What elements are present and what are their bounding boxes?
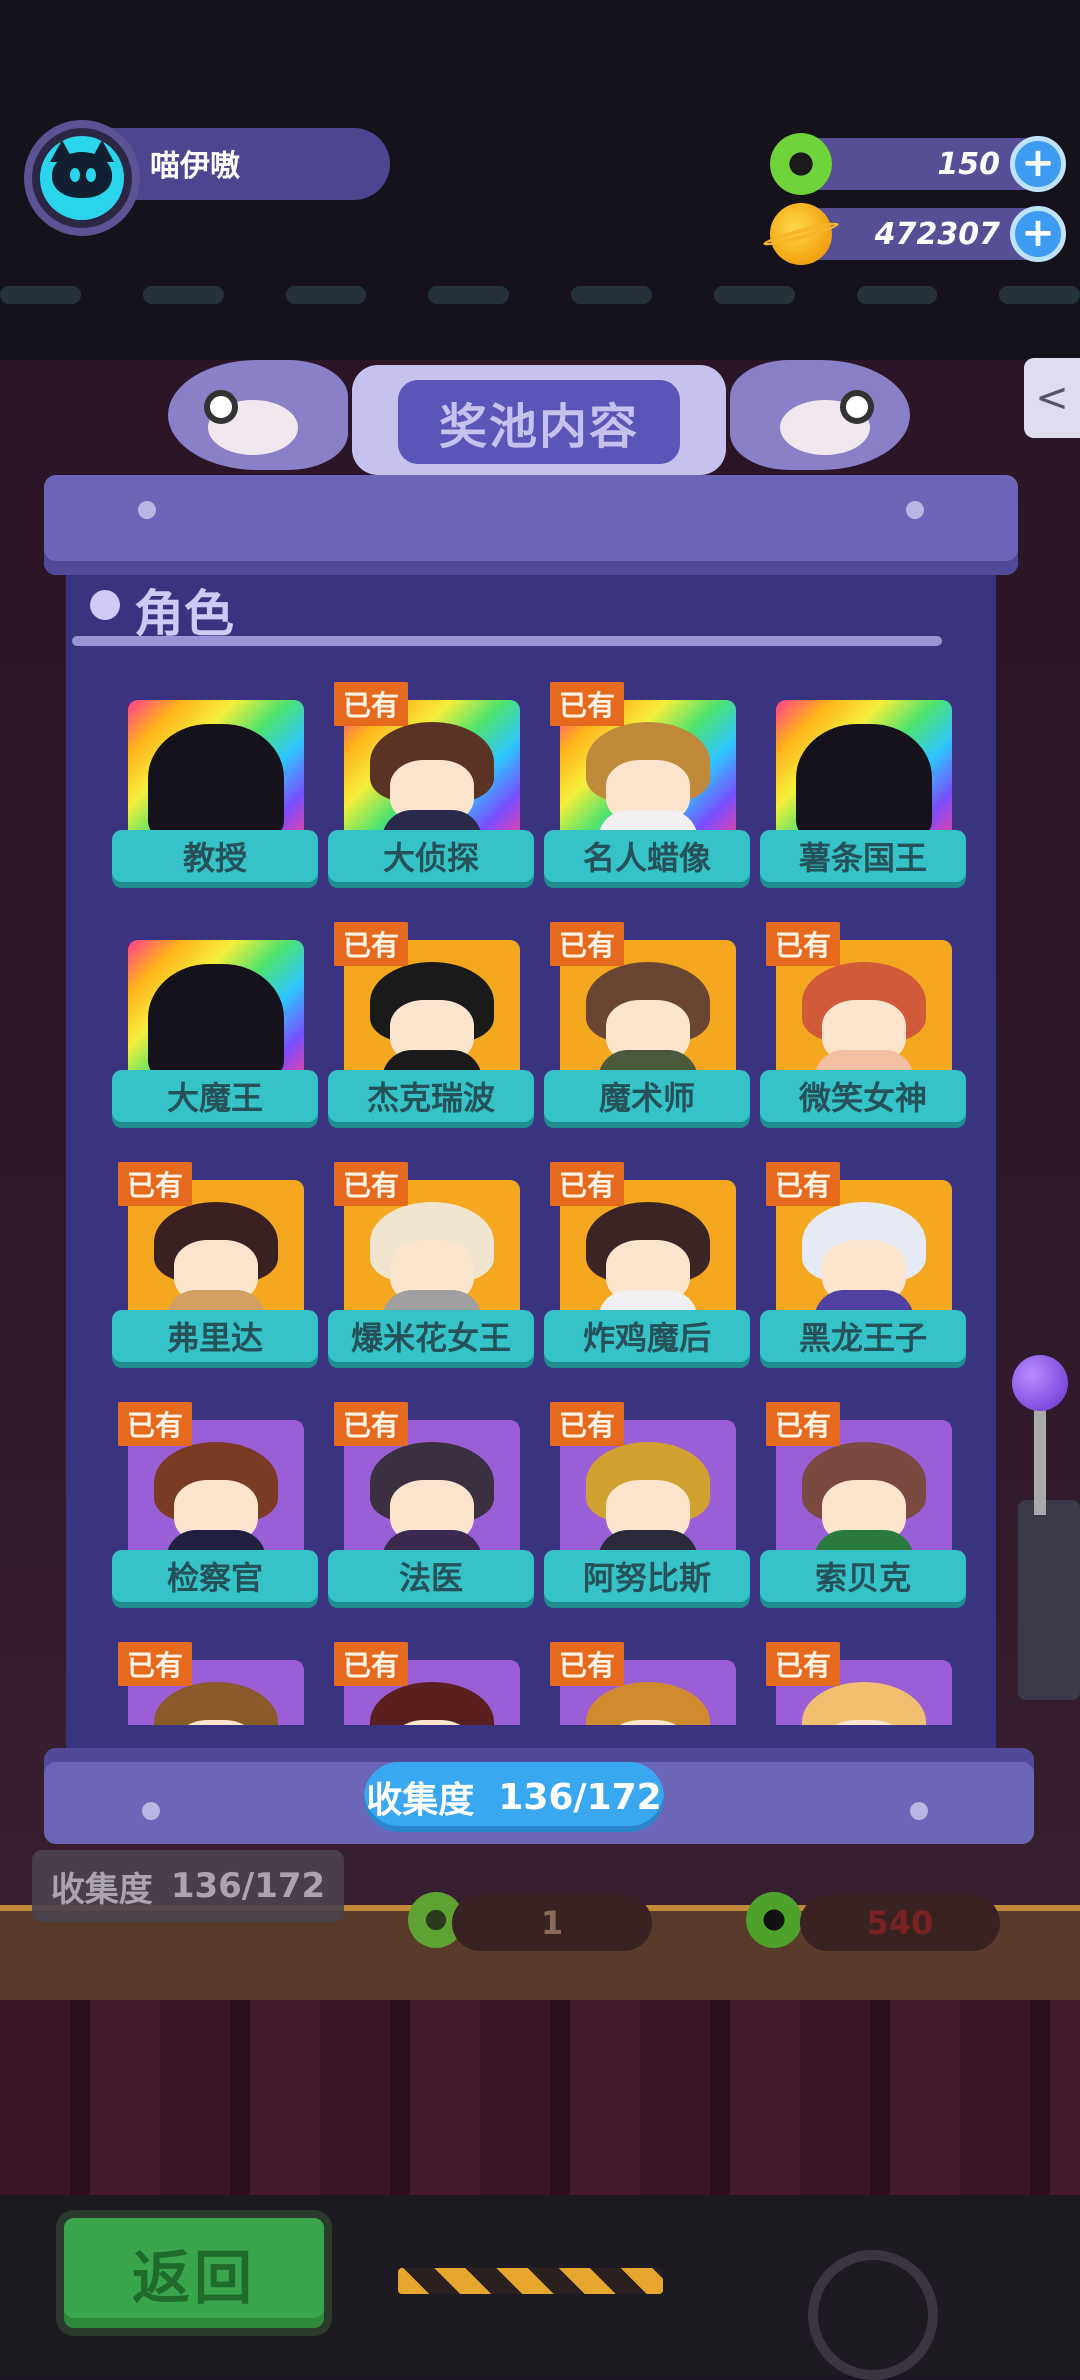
character-name: 阿努比斯 [544, 1550, 750, 1602]
progress-value: 136/172 [498, 1776, 662, 1818]
character-card[interactable]: 黑龙王子 已有 [760, 1162, 966, 1380]
hazard-stripe [398, 2268, 663, 2294]
lever-knob[interactable] [1012, 1355, 1068, 1411]
character-name: 大魔王 [112, 1070, 318, 1122]
share-icon[interactable]: < [1024, 358, 1080, 438]
green-donut-icon [770, 133, 832, 195]
character-card[interactable]: 已有 [550, 1642, 750, 1725]
currency-value-planet: 472307 [874, 217, 1000, 252]
bg-pill-right: 540 [800, 1895, 1000, 1951]
character-name: 名人蜡像 [544, 830, 750, 882]
gold-planet-icon [770, 203, 832, 265]
username: 喵伊嗷 [150, 149, 240, 184]
character-card[interactable]: 索贝克 已有 [760, 1402, 966, 1620]
lever-base [1018, 1500, 1080, 1700]
modal-title: 奖池内容 [398, 380, 680, 464]
owned-badge: 已有 [118, 1162, 192, 1206]
character-portrait [128, 700, 304, 846]
character-card[interactable]: 已有 [118, 1642, 318, 1725]
bg-donut-icon [746, 1892, 802, 1948]
owned-badge: 已有 [334, 922, 408, 966]
owned-badge: 已有 [334, 1162, 408, 1206]
owned-badge: 已有 [334, 1642, 408, 1686]
currency-value-donut: 150 [937, 147, 1000, 182]
character-name: 黑龙王子 [760, 1310, 966, 1362]
character-card[interactable]: 微笑女神 已有 [760, 922, 966, 1140]
character-name: 大侦探 [328, 830, 534, 882]
character-name: 索贝克 [760, 1550, 966, 1602]
character-portrait [776, 700, 952, 846]
character-name: 教授 [112, 830, 318, 882]
add-planet-button[interactable]: + [1010, 206, 1066, 262]
character-name: 魔术师 [544, 1070, 750, 1122]
character-card[interactable]: 大侦探 已有 [328, 682, 534, 900]
character-card[interactable]: 已有 [334, 1642, 534, 1725]
owned-badge: 已有 [550, 1162, 624, 1206]
character-card[interactable]: 已有 [766, 1642, 966, 1725]
character-name: 检察官 [112, 1550, 318, 1602]
character-card[interactable]: 弗里达 已有 [112, 1162, 318, 1380]
fish-decoration-right [730, 360, 910, 470]
owned-badge: 已有 [550, 682, 624, 726]
collection-progress: 收集度 136/172 [364, 1762, 664, 1832]
character-grid[interactable]: 教授 大侦探 已有 名人蜡像 已有 薯条国王 大魔王 杰克瑞波 已有 魔术师 已有 微笑女神 已有 弗里达… [66, 680, 996, 1725]
character-card[interactable]: 阿努比斯 已有 [544, 1402, 750, 1620]
character-name: 薯条国王 [760, 830, 966, 882]
add-donut-button[interactable]: + [1010, 136, 1066, 192]
owned-badge: 已有 [766, 922, 840, 966]
owned-badge: 已有 [550, 922, 624, 966]
character-card[interactable]: 薯条国王 [760, 700, 966, 900]
modal-top-bar [44, 475, 1018, 575]
owned-badge: 已有 [118, 1642, 192, 1686]
character-card[interactable]: 名人蜡像 已有 [544, 682, 750, 900]
lever-stick [1034, 1405, 1046, 1515]
character-card[interactable]: 魔术师 已有 [544, 922, 750, 1140]
owned-badge: 已有 [766, 1402, 840, 1446]
owned-badge: 已有 [334, 1402, 408, 1446]
fish-decoration-left [168, 360, 348, 470]
owned-badge: 已有 [118, 1402, 192, 1446]
character-card[interactable]: 炸鸡魔后 已有 [544, 1162, 750, 1380]
progress-label: 收集度 [366, 1780, 475, 1821]
character-card[interactable]: 法医 已有 [328, 1402, 534, 1620]
character-portrait [128, 940, 304, 1086]
owned-badge: 已有 [550, 1642, 624, 1686]
character-card[interactable]: 检察官 已有 [112, 1402, 318, 1620]
background-collection-label: 收集度 136/172 [32, 1850, 344, 1922]
character-card[interactable]: 爆米花女王 已有 [328, 1162, 534, 1380]
background-dashes [0, 286, 1080, 316]
character-card[interactable]: 大魔王 [112, 940, 318, 1140]
section-divider [72, 636, 942, 646]
owned-badge: 已有 [334, 682, 408, 726]
avatar[interactable] [40, 136, 124, 220]
character-name: 法医 [328, 1550, 534, 1602]
character-name: 爆米花女王 [328, 1310, 534, 1362]
back-button[interactable]: 返回 [56, 2210, 332, 2336]
background-wheel [808, 2250, 938, 2380]
character-name: 杰克瑞波 [328, 1070, 534, 1122]
character-name: 炸鸡魔后 [544, 1310, 750, 1362]
owned-badge: 已有 [766, 1642, 840, 1686]
bg-pill-left: 1 [452, 1895, 652, 1951]
owned-badge: 已有 [550, 1402, 624, 1446]
section-bullet [90, 590, 120, 620]
character-card[interactable]: 教授 [112, 700, 318, 900]
character-card[interactable]: 杰克瑞波 已有 [328, 922, 534, 1140]
character-name: 微笑女神 [760, 1070, 966, 1122]
character-name: 弗里达 [112, 1310, 318, 1362]
owned-badge: 已有 [766, 1162, 840, 1206]
